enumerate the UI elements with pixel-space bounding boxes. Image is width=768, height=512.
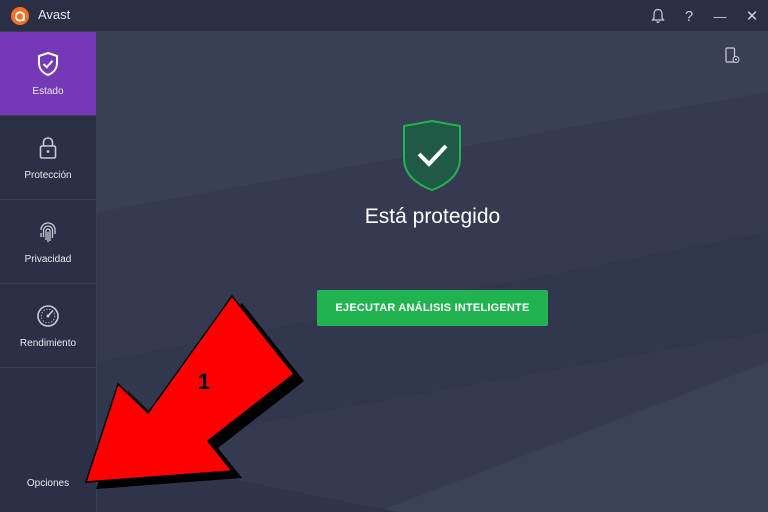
help-glyph: ?: [684, 7, 694, 25]
sidebar-item-label: Privacidad: [24, 254, 72, 265]
title-bar: Avast ? — ✕: [0, 0, 768, 32]
protected-shield-icon: [403, 119, 461, 192]
speedometer-icon: [37, 305, 59, 327]
options-link[interactable]: Opciones: [0, 478, 96, 489]
bell-icon[interactable]: [648, 6, 668, 26]
avast-logo-icon: [11, 7, 29, 25]
main-panel: Está protegido EJECUTAR ANÁLISIS INTELIG…: [97, 32, 768, 512]
sidebar-item-estado[interactable]: Estado: [0, 32, 96, 116]
close-glyph: ✕: [745, 8, 759, 25]
sidebar-item-label: Protección: [24, 170, 72, 181]
sidebar-item-label: Estado: [32, 86, 64, 97]
shield-check-icon: [38, 51, 58, 77]
protection-status: Está protegido: [364, 205, 501, 228]
help-icon[interactable]: ?: [679, 6, 699, 26]
minimize-icon[interactable]: —: [710, 6, 730, 26]
background-pattern: [97, 32, 768, 512]
sidebar-item-proteccion[interactable]: Protección: [0, 116, 96, 200]
lock-icon: [39, 137, 57, 159]
smart-scan-button[interactable]: EJECUTAR ANÁLISIS INTELIGENTE: [317, 290, 548, 326]
sidebar-item-rendimiento[interactable]: Rendimiento: [0, 284, 96, 368]
fingerprint-icon: [40, 222, 56, 242]
app-title: Avast: [38, 7, 71, 22]
sidebar: Estado Protección Privacidad Rendimiento: [0, 32, 97, 512]
close-icon[interactable]: ✕: [742, 6, 762, 26]
mobile-device-icon[interactable]: [724, 47, 740, 65]
sidebar-item-privacidad[interactable]: Privacidad: [0, 200, 96, 284]
minimize-glyph: —: [713, 8, 727, 24]
sidebar-item-label: Rendimiento: [19, 338, 77, 349]
